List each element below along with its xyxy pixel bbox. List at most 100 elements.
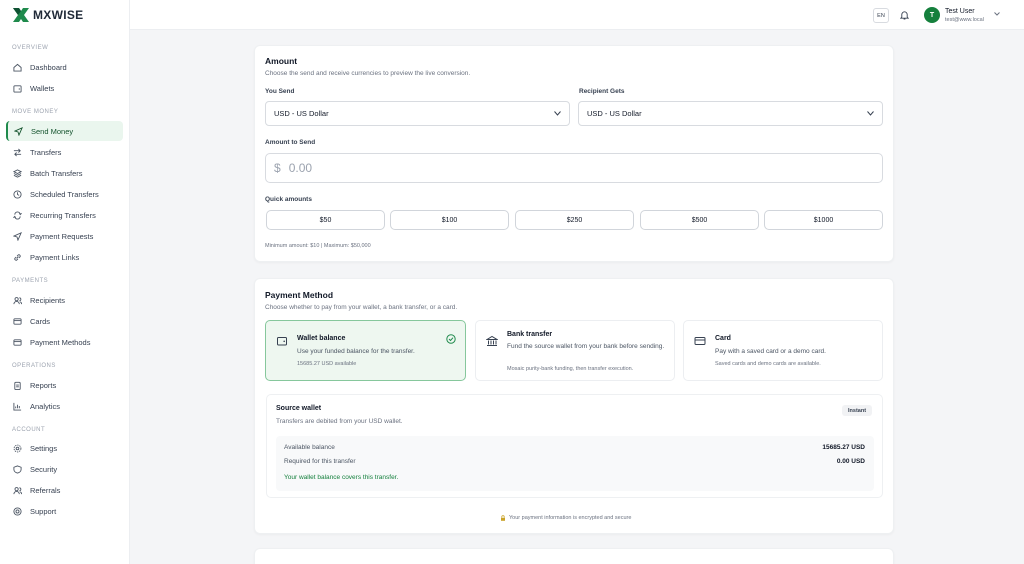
next-section-card [254, 548, 894, 564]
quick-amount-button[interactable]: $1000 [764, 210, 883, 230]
balance-ok-message: Your wallet balance covers this transfer… [284, 474, 399, 481]
sidebar-item-reports[interactable]: Reports [6, 375, 123, 395]
you-send-select[interactable]: USD - US Dollar [265, 101, 570, 126]
check-circle-icon [446, 334, 456, 344]
sidebar: MXWISE OVERVIEW Dashboard Wallets MOVE M… [0, 0, 130, 564]
method-description: Pay with a saved card or a demo card. [715, 348, 826, 355]
method-note: Saved cards and demo cards are available… [715, 361, 821, 367]
chevron-down-icon [554, 111, 561, 116]
wallet-icon [277, 337, 287, 346]
sidebar-item-label: Security [30, 464, 58, 474]
sidebar-item-analytics[interactable]: Analytics [6, 396, 123, 416]
sidebar-item-recipients[interactable]: Recipients [6, 290, 123, 310]
amount-placeholder: 0.00 [288, 161, 313, 175]
sidebar-item-label: Recurring Transfers [30, 210, 96, 220]
section-move-money: MOVE MONEY [12, 109, 59, 115]
users-icon [13, 296, 22, 304]
user-email: test@www.local [945, 17, 984, 23]
section-operations: OPERATIONS [12, 363, 56, 369]
sidebar-item-transfers[interactable]: Transfers [6, 142, 123, 162]
sidebar-item-support[interactable]: Support [6, 501, 123, 521]
payment-method-title: Payment Method [265, 290, 334, 300]
clock-icon [13, 189, 22, 199]
sidebar-item-referrals[interactable]: Referrals [6, 480, 123, 500]
recipient-gets-label: Recipient Gets [579, 88, 625, 95]
wallet-icon [13, 84, 22, 93]
sidebar-item-label: Recipients [30, 295, 66, 305]
clipboard-icon [14, 381, 21, 390]
card-icon [13, 317, 22, 325]
currency-symbol: $ [274, 161, 281, 175]
quick-amount-button[interactable]: $50 [266, 210, 385, 230]
shield-icon [13, 464, 22, 474]
sidebar-item-wallets[interactable]: Wallets [6, 78, 123, 98]
quick-amount-button[interactable]: $250 [515, 210, 634, 230]
status-badge: Instant [842, 405, 873, 416]
sidebar-item-label: Wallets [30, 83, 55, 93]
payment-method-subtitle: Choose whether to pay from your wallet, … [265, 304, 458, 311]
method-note: Mosaic purity-bank funding, then transfe… [507, 366, 634, 372]
amount-title: Amount [265, 56, 298, 66]
available-balance-value: 15685.27 USD [822, 444, 865, 451]
required-label: Required for this transfer [284, 458, 356, 465]
chevron-down-icon[interactable] [994, 12, 1000, 16]
sidebar-item-label: Dashboard [30, 62, 67, 72]
method-title: Wallet balance [297, 335, 346, 342]
available-balance-label: Available balance [284, 444, 335, 451]
link-icon [14, 253, 21, 261]
repeat-icon [13, 211, 22, 219]
sidebar-item-label: Payment Links [30, 252, 80, 262]
method-description: Fund the source wallet from your bank be… [507, 343, 665, 350]
sidebar-item-label: Batch Transfers [30, 168, 83, 178]
sidebar-item-scheduled-transfers[interactable]: Scheduled Transfers [6, 184, 123, 204]
quick-amount-button[interactable]: $500 [640, 210, 759, 230]
sidebar-item-label: Reports [30, 380, 57, 390]
section-payments: PAYMENTS [12, 278, 49, 284]
avatar[interactable]: T [924, 7, 940, 23]
amount-subtitle: Choose the send and receive currencies t… [265, 70, 471, 77]
sidebar-item-settings[interactable]: Settings [6, 438, 123, 458]
amount-input[interactable]: $ 0.00 [265, 153, 883, 183]
topbar: EN T Test User test@www.local [130, 0, 1024, 30]
method-title: Card [715, 335, 731, 342]
chevron-down-icon [867, 111, 874, 116]
lifebuoy-icon [13, 506, 22, 516]
recipient-gets-select[interactable]: USD - US Dollar [578, 101, 883, 126]
lock-icon [501, 515, 505, 521]
sidebar-item-send-money[interactable]: Send Money [6, 121, 123, 141]
sidebar-item-cards[interactable]: Cards [6, 311, 123, 331]
sidebar-item-label: Analytics [30, 401, 61, 411]
method-option-card[interactable]: Card Pay with a saved card or a demo car… [683, 320, 883, 381]
brand-logo[interactable]: MXWISE [0, 0, 129, 30]
source-wallet-title: Source wallet [276, 405, 322, 412]
sidebar-item-payment-requests[interactable]: Payment Requests [6, 226, 123, 246]
sidebar-item-payment-links[interactable]: Payment Links [6, 247, 123, 267]
sidebar-item-security[interactable]: Security [6, 459, 123, 479]
sidebar-item-recurring-transfers[interactable]: Recurring Transfers [6, 205, 123, 225]
brand-name: MXWISE [33, 8, 84, 22]
language-switcher[interactable]: EN [873, 8, 889, 23]
card-icon [694, 337, 706, 345]
gear-icon [13, 444, 22, 452]
sidebar-item-batch-transfers[interactable]: Batch Transfers [6, 163, 123, 183]
sidebar-item-dashboard[interactable]: Dashboard [6, 57, 123, 77]
you-send-value: USD - US Dollar [274, 109, 329, 118]
method-option-bank-transfer[interactable]: Bank transfer Fund the source wallet fro… [475, 320, 675, 381]
method-note: 15685.27 USD available [297, 361, 357, 367]
sidebar-item-label: Payment Methods [30, 337, 91, 347]
method-description: Use your funded balance for the transfer… [297, 348, 415, 355]
quick-amounts-label: Quick amounts [265, 196, 312, 203]
sidebar-item-label: Support [30, 506, 57, 516]
required-value: 0.00 USD [836, 458, 865, 465]
sidebar-item-payment-methods[interactable]: Payment Methods [6, 332, 123, 352]
bank-icon [486, 335, 498, 346]
users-icon [13, 486, 22, 494]
quick-amount-button[interactable]: $100 [390, 210, 509, 230]
recipient-gets-value: USD - US Dollar [587, 109, 642, 118]
bell-icon[interactable] [900, 10, 909, 20]
source-wallet-desc: Transfers are debited from your USD wall… [276, 418, 403, 425]
logo-mark-icon [13, 8, 29, 22]
method-option-wallet[interactable]: Wallet balance Use your funded balance f… [265, 320, 466, 381]
sidebar-item-label: Referrals [30, 485, 61, 495]
user-name[interactable]: Test User [945, 8, 975, 15]
